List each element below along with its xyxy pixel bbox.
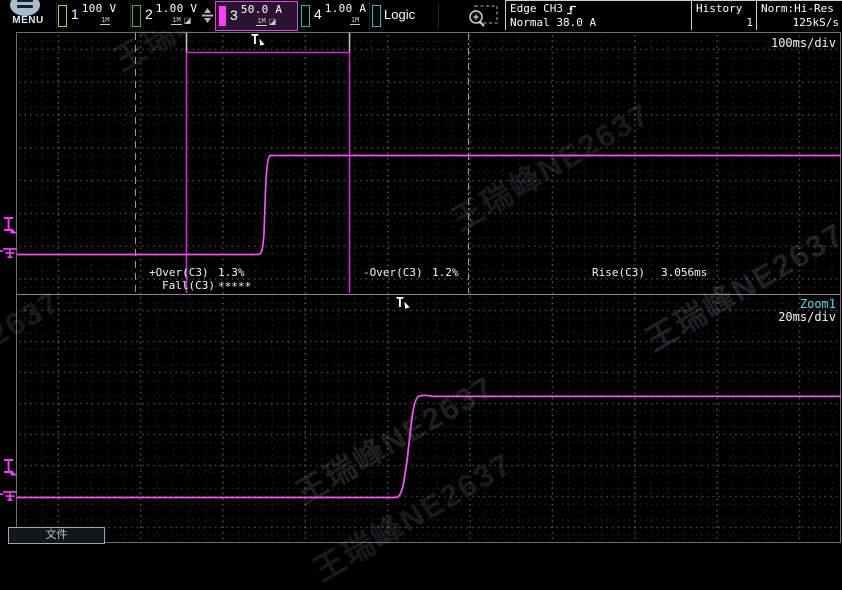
measurement-label: +Over(C3) [149,266,209,279]
svg-text:T: T [396,296,404,311]
toolbar: MENU 1 100 V 1M 2 1.00 V 1M◪ 3 50.0 A 1M… [0,0,842,31]
impedance-1m-icon: 1M [100,16,110,25]
file-button[interactable]: 文件 [8,527,105,544]
impedance-1m-icon: 1M [350,16,360,25]
measurement-label: -Over(C3) [363,266,423,279]
ground-level-marker-main[interactable] [0,245,19,265]
logic-button[interactable]: Logic [372,1,419,29]
menu-button[interactable]: MENU [2,0,54,31]
zoom-timebase-label: 20ms/div [778,310,836,324]
acquisition-section[interactable]: Norm:Hi-Res 125kS/s [756,0,842,30]
measurement-value: 1.2% [432,266,459,279]
menu-label: MENU [2,15,54,26]
trigger-position-marker-zoom[interactable]: T [395,295,412,317]
channel-3-button-selected[interactable]: 3 50.0 A 1M◪ [215,1,298,31]
history-section[interactable]: History 1 [691,0,756,30]
channel-4-button[interactable]: 4 1.00 A 1M [301,1,366,29]
bandwidth-filter-icon: ◪ [184,16,192,25]
trigger-mode: Edge CH3 [510,2,563,16]
logic-label: Logic [384,7,415,22]
measurement-label: Fall(C3) [162,279,215,292]
zoom-search-icon[interactable] [466,4,500,27]
channel-3-color-swatch [219,6,226,26]
oscilloscope-screen: { "watermark": "王瑞峰NE2637", "toolbar": {… [0,0,842,547]
ch3-trace-zoom [17,395,841,497]
svg-text:T: T [251,33,259,48]
ground-level-marker-zoom[interactable] [0,488,19,508]
vertical-position-icon [201,8,214,28]
channel-2-button[interactable]: 2 1.00 V 1M◪ [132,1,197,29]
trigger-settings[interactable]: Edge CH3 Normal 38.0 A [505,0,691,30]
zoom1-label: Zoom1 [800,297,836,311]
channel-2-number: 2 [145,6,153,22]
trigger-level-marker-main[interactable] [1,216,18,240]
channel-1-number: 1 [71,6,79,22]
history-value: 1 [746,16,753,30]
channel-1-color-swatch [58,5,67,27]
bandwidth-filter-icon: ◪ [269,17,277,26]
channel-3-number: 3 [230,7,238,23]
trigger-position-marker-main[interactable]: T [250,32,267,54]
channel-4-scale: 1.00 A [325,2,367,15]
ch3-trace-main [17,156,841,255]
measurement-label: Rise(C3) [592,266,645,279]
channel-2-scale: 1.00 V [156,2,198,15]
zoom-region-box[interactable] [187,53,350,294]
channel-2-color-swatch [132,5,141,27]
trigger-level-marker-zoom[interactable] [1,458,18,482]
impedance-1m-icon: 1M [171,16,181,25]
rising-edge-icon [566,4,577,15]
channel-4-number: 4 [314,6,322,22]
measurement-value: 3.056ms [661,266,707,279]
main-timebase-label: 100ms/div [771,36,836,50]
sample-rate: 125kS/s [793,16,839,30]
channel-4-color-swatch [301,5,310,27]
logic-color-swatch [372,5,381,27]
measurement-value: 1.3% [218,266,245,279]
trigger-level: Normal 38.0 A [510,16,596,30]
history-label: History [696,2,742,16]
channel-1-button[interactable]: 1 100 V 1M [58,1,116,29]
hamburger-icon [10,0,40,16]
channel-3-scale: 50.0 A [241,3,283,16]
acquisition-mode: Norm:Hi-Res [761,2,834,16]
channel-1-scale: 100 V [82,2,117,15]
impedance-1m-icon: 1M [256,17,266,26]
measurement-value: ***** [218,280,251,293]
